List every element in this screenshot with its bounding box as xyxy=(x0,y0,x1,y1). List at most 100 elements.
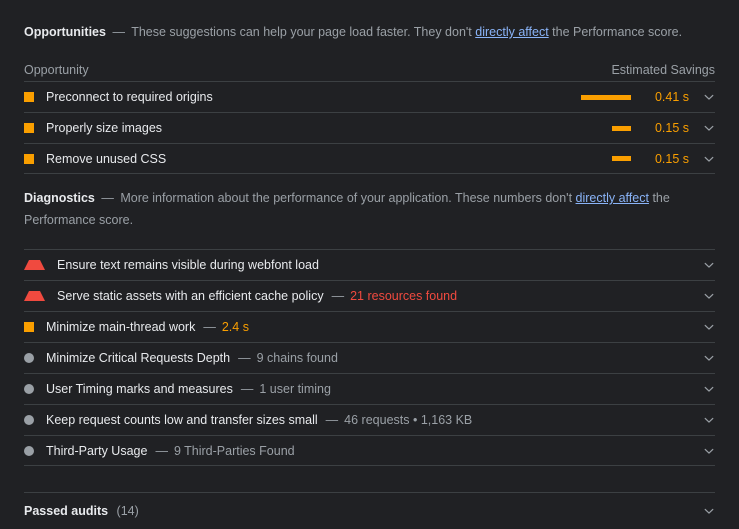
diagnostics-intro-dash: — xyxy=(101,191,114,205)
diagnostic-row-right xyxy=(689,414,715,426)
opportunities-intro-text-after: the Performance score. xyxy=(552,25,683,39)
circle-grey-icon xyxy=(24,353,34,363)
savings-sparkbar xyxy=(579,94,631,100)
diagnostic-row-right xyxy=(689,383,715,395)
square-orange-icon xyxy=(24,322,34,332)
diagnostic-row-right xyxy=(689,352,715,364)
opportunity-label: Preconnect to required origins xyxy=(46,90,213,104)
diagnostic-label: Ensure text remains visible during webfo… xyxy=(57,258,319,272)
diagnostic-row-main: Third-Party Usage — 9 Third-Parties Found xyxy=(24,444,689,458)
opportunity-label: Remove unused CSS xyxy=(46,151,167,166)
diagnostic-value: 2.4 s xyxy=(221,320,249,334)
estimated-savings-value: 0.15 s xyxy=(654,151,689,166)
opportunity-row[interactable]: Remove unused CSS 0.15 s xyxy=(24,143,715,174)
diagnostic-label: Minimize Critical Requests Depth xyxy=(46,351,231,365)
diagnostic-dash: — xyxy=(325,413,339,427)
diagnostic-row-main: Minimize main-thread work — 2.4 s xyxy=(24,320,689,334)
chevron-down-icon[interactable] xyxy=(703,383,715,395)
diagnostic-row-main: User Timing marks and measures — 1 user ti… xyxy=(24,382,689,396)
diagnostic-row[interactable]: Ensure text remains visible during webfo… xyxy=(24,249,715,280)
opportunity-row-right: 0.15 s xyxy=(579,121,715,135)
diagnostic-label: User Timing marks and measures xyxy=(46,382,233,396)
opportunities-intro-text-before: These suggestions can help your page loa… xyxy=(131,25,476,39)
chevron-down-icon[interactable] xyxy=(703,91,715,103)
chevron-down-icon[interactable] xyxy=(703,505,715,517)
directly-affect-link[interactable]: directly affect xyxy=(576,191,649,205)
square-orange-icon xyxy=(24,153,34,164)
diagnostic-row-right xyxy=(689,290,715,302)
opportunity-row-right: 0.15 s xyxy=(579,152,715,166)
opportunities-rows: Preconnect to required origins 0.41 s Prop… xyxy=(0,81,739,174)
diagnostic-label: Keep request counts low and transfer siz… xyxy=(46,413,318,427)
opportunity-label: Properly size images xyxy=(46,121,163,135)
estimated-savings-value: 0.15 s xyxy=(654,121,689,135)
diagnostics-rows: Ensure text remains visible during webfo… xyxy=(0,249,739,466)
diagnostic-row-right xyxy=(689,321,715,333)
square-orange-icon xyxy=(24,123,34,133)
diagnostic-row-main: Ensure text remains visible during webfo… xyxy=(24,258,689,272)
passed-audits-toggle[interactable]: Passed audits (14) xyxy=(24,492,715,529)
chevron-down-icon[interactable] xyxy=(703,122,715,134)
diagnostic-dash: — xyxy=(331,289,345,303)
diagnostic-row[interactable]: Keep request counts low and transfer siz… xyxy=(24,404,715,435)
triangle-red-icon xyxy=(24,291,45,301)
triangle-red-icon xyxy=(24,260,45,270)
circle-grey-icon xyxy=(24,384,34,394)
diagnostic-row-main: Serve static assets with an efficient ca… xyxy=(24,289,689,303)
diagnostic-value: 9 Third-Parties Found xyxy=(173,443,295,458)
diagnostic-value: 46 requests • 1,163 KB xyxy=(344,413,473,427)
chevron-down-icon[interactable] xyxy=(703,153,715,165)
opportunities-intro-dash: — xyxy=(112,25,125,39)
opportunity-row-main: Remove unused CSS xyxy=(24,152,579,166)
diagnostics-title: Diagnostics xyxy=(24,191,95,205)
estimated-savings-value: 0.41 s xyxy=(654,90,689,104)
opportunity-row-main: Preconnect to required origins xyxy=(24,90,579,104)
passed-audits-section: Passed audits (14) xyxy=(0,492,739,529)
chevron-down-icon[interactable] xyxy=(703,445,715,457)
diagnostic-dash: — xyxy=(203,320,216,334)
lighthouse-performance-panel: Opportunities — These suggestions can he… xyxy=(0,0,739,523)
directly-affect-link[interactable]: directly affect xyxy=(475,25,548,39)
diagnostic-row-main: Minimize Critical Requests Depth — 9 chain… xyxy=(24,351,689,365)
opportunities-column-header: Opportunity Estimated Savings xyxy=(0,59,739,81)
diagnostics-intro-text-before: More information about the performance o… xyxy=(120,191,576,205)
diagnostic-label: Minimize main-thread work xyxy=(46,320,196,334)
opportunity-row-main: Properly size images xyxy=(24,121,579,135)
diagnostic-row[interactable]: Serve static assets with an efficient ca… xyxy=(24,280,715,311)
opportunity-row[interactable]: Properly size images 0.15 s xyxy=(24,112,715,143)
diagnostic-label: Third-Party Usage xyxy=(46,443,148,458)
chevron-down-icon[interactable] xyxy=(703,290,715,302)
chevron-down-icon[interactable] xyxy=(703,259,715,271)
chevron-down-icon[interactable] xyxy=(703,352,715,364)
diagnostic-dash: — xyxy=(240,382,254,396)
diagnostic-row-right xyxy=(689,259,715,271)
diagnostic-value: 9 chains found xyxy=(256,351,338,365)
square-orange-icon xyxy=(24,92,34,102)
opportunity-row-right: 0.41 s xyxy=(579,90,715,104)
diagnostic-row[interactable]: Minimize main-thread work — 2.4 s xyxy=(24,311,715,342)
column-header-estimated-savings: Estimated Savings xyxy=(611,63,715,77)
opportunity-row[interactable]: Preconnect to required origins 0.41 s xyxy=(24,81,715,112)
diagnostic-value: 21 resources found xyxy=(350,289,458,303)
opportunities-title: Opportunities xyxy=(24,25,106,39)
diagnostic-dash: — xyxy=(155,443,168,458)
diagnostic-row-right xyxy=(689,445,715,457)
diagnostic-row[interactable]: Minimize Critical Requests Depth — 9 chain… xyxy=(24,342,715,373)
passed-audits-heading: Passed audits (14) xyxy=(24,502,139,520)
opportunities-intro: Opportunities — These suggestions can he… xyxy=(0,0,739,43)
column-header-opportunity: Opportunity xyxy=(24,63,89,77)
diagnostic-label: Serve static assets with an efficient ca… xyxy=(57,289,324,303)
diagnostic-value: 1 user timing xyxy=(259,382,331,396)
diagnostic-row[interactable]: Third-Party Usage — 9 Third-Parties Found xyxy=(24,435,715,466)
circle-grey-icon xyxy=(24,415,34,425)
diagnostic-dash: — xyxy=(238,351,251,365)
diagnostic-row[interactable]: User Timing marks and measures — 1 user ti… xyxy=(24,373,715,404)
chevron-down-icon[interactable] xyxy=(703,321,715,333)
savings-sparkbar xyxy=(579,156,631,161)
passed-audits-label: Passed audits xyxy=(24,504,109,518)
passed-audits-count: (14) xyxy=(116,504,139,518)
savings-sparkbar xyxy=(579,125,631,131)
circle-grey-icon xyxy=(24,445,34,456)
diagnostic-row-main: Keep request counts low and transfer siz… xyxy=(24,413,689,427)
chevron-down-icon[interactable] xyxy=(703,414,715,426)
